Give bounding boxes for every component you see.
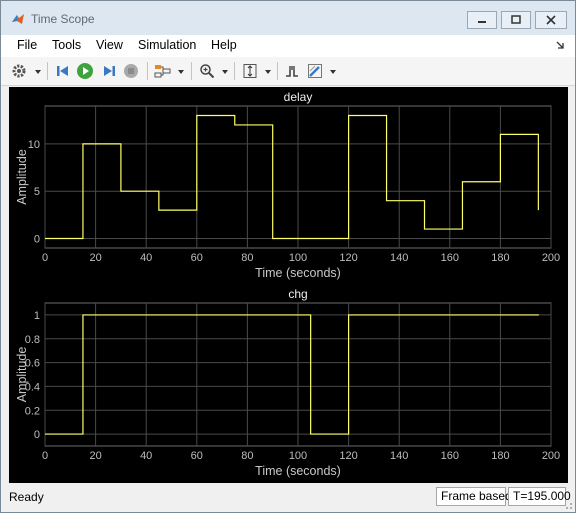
settings-button[interactable] <box>9 61 29 81</box>
axes-delay: 0 20 40 60 80 100 120 140 160 180 200 0 5 10 delay Time… <box>15 90 560 280</box>
x-tick-label: 100 <box>289 450 307 462</box>
toolbar-separator <box>234 62 235 80</box>
y-tick-label: 0.2 <box>25 405 40 417</box>
y-tick-label: 10 <box>28 139 40 151</box>
signal-selector-icon <box>154 65 171 78</box>
run-button[interactable] <box>75 61 95 81</box>
x-tick-label: 200 <box>542 450 560 462</box>
zoom-button[interactable] <box>197 61 217 81</box>
x-tick-label: 200 <box>542 252 560 264</box>
stop-button[interactable] <box>121 61 141 81</box>
x-tick-label: 20 <box>89 252 101 264</box>
x-tick-label: 180 <box>491 252 509 264</box>
minimize-icon <box>478 21 486 23</box>
x-tick-label: 160 <box>441 252 459 264</box>
toolbar-separator <box>191 62 192 80</box>
settings-dropdown-arrow-icon[interactable] <box>35 70 41 74</box>
x-tick-label: 120 <box>339 252 357 264</box>
scope-plots: 0 20 40 60 80 100 120 140 160 180 2000510delayTime… <box>15 90 560 478</box>
y-tick-label: 5 <box>34 186 40 198</box>
window-title: Time Scope <box>31 12 95 26</box>
status-bar: Ready Frame based T=195.000 <box>1 485 575 512</box>
simulation-time-indicator: T=195.000 <box>508 487 571 506</box>
y-axis-label: Amplitude <box>15 149 29 205</box>
step-back-icon <box>57 66 68 76</box>
x-tick-label: 0 <box>42 252 48 264</box>
x-axis-label: Time (seconds) <box>255 464 341 478</box>
signal-selector-button[interactable] <box>153 61 173 81</box>
toolbar-separator <box>147 62 148 80</box>
x-tick-label: 120 <box>339 450 357 462</box>
x-tick-label: 80 <box>241 252 253 264</box>
menu-tools[interactable]: Tools <box>52 38 81 52</box>
close-icon <box>546 15 556 25</box>
signal-selector-dropdown-arrow-icon[interactable] <box>178 70 184 74</box>
step-back-button[interactable] <box>53 61 73 81</box>
y-tick-label: 0 <box>34 429 40 441</box>
axes-title: delay <box>284 90 313 104</box>
triggers-button[interactable] <box>282 61 302 81</box>
stop-icon <box>124 64 138 78</box>
style-button[interactable] <box>305 61 325 81</box>
toolbar-separator <box>277 62 278 80</box>
menu-file[interactable]: File <box>17 38 37 52</box>
autoscale-dropdown-arrow-icon[interactable] <box>265 70 271 74</box>
x-tick-label: 140 <box>390 252 408 264</box>
style-icon <box>308 64 322 78</box>
x-tick-label: 40 <box>140 252 152 264</box>
x-tick-label: 180 <box>491 450 509 462</box>
zoom-in-icon <box>200 64 215 79</box>
style-dropdown-arrow-icon[interactable] <box>330 70 336 74</box>
triggers-icon <box>286 66 298 77</box>
maximize-button[interactable] <box>501 11 531 29</box>
axes-title: chg <box>288 287 307 301</box>
autoscale-icon <box>243 64 257 78</box>
time-scope-window: Time Scope File Tools View Simulation He… <box>0 0 576 513</box>
frame-mode-indicator: Frame based <box>436 487 512 506</box>
toolbar-separator <box>47 62 48 80</box>
matlab-logo-icon <box>12 14 24 24</box>
axes-chg: 0 20 40 60 80 100 120 140 160 180 20000.20.40.60.8… <box>15 287 560 478</box>
x-tick-label: 100 <box>289 252 307 264</box>
x-tick-label: 40 <box>140 450 152 462</box>
autoscale-button[interactable] <box>240 61 260 81</box>
x-tick-label: 140 <box>390 450 408 462</box>
y-tick-label: 0 <box>34 234 40 246</box>
maximize-icon <box>511 15 521 24</box>
menu-simulation[interactable]: Simulation <box>138 38 196 52</box>
step-forward-icon <box>104 66 115 76</box>
zoom-dropdown-arrow-icon[interactable] <box>222 70 228 74</box>
x-tick-label: 60 <box>191 450 203 462</box>
x-tick-label: 60 <box>191 252 203 264</box>
x-tick-label: 0 <box>42 450 48 462</box>
gear-icon <box>12 64 26 78</box>
y-tick-label: 0.8 <box>25 334 40 346</box>
x-axis-label: Time (seconds) <box>255 266 341 280</box>
close-button[interactable] <box>535 11 567 29</box>
run-icon <box>77 63 93 79</box>
dock-arrow-icon[interactable] <box>555 40 565 50</box>
x-tick-label: 20 <box>89 450 101 462</box>
title-bar: Time Scope <box>1 1 575 35</box>
resize-grip-icon[interactable] <box>563 500 573 510</box>
x-tick-label: 160 <box>441 450 459 462</box>
menu-help[interactable]: Help <box>211 38 237 52</box>
y-tick-label: 1 <box>34 310 40 322</box>
menu-view[interactable]: View <box>96 38 123 52</box>
scope-display: 0 20 40 60 80 100 120 140 160 180 200 0 5 10 delay Time… <box>9 87 568 483</box>
menu-bar: File Tools View Simulation Help <box>1 35 575 57</box>
y-axis-label: Amplitude <box>15 347 29 403</box>
status-text: Ready <box>9 490 44 504</box>
step-forward-button[interactable] <box>99 61 119 81</box>
toolbar <box>1 57 575 86</box>
minimize-button[interactable] <box>467 11 497 29</box>
x-tick-label: 80 <box>241 450 253 462</box>
